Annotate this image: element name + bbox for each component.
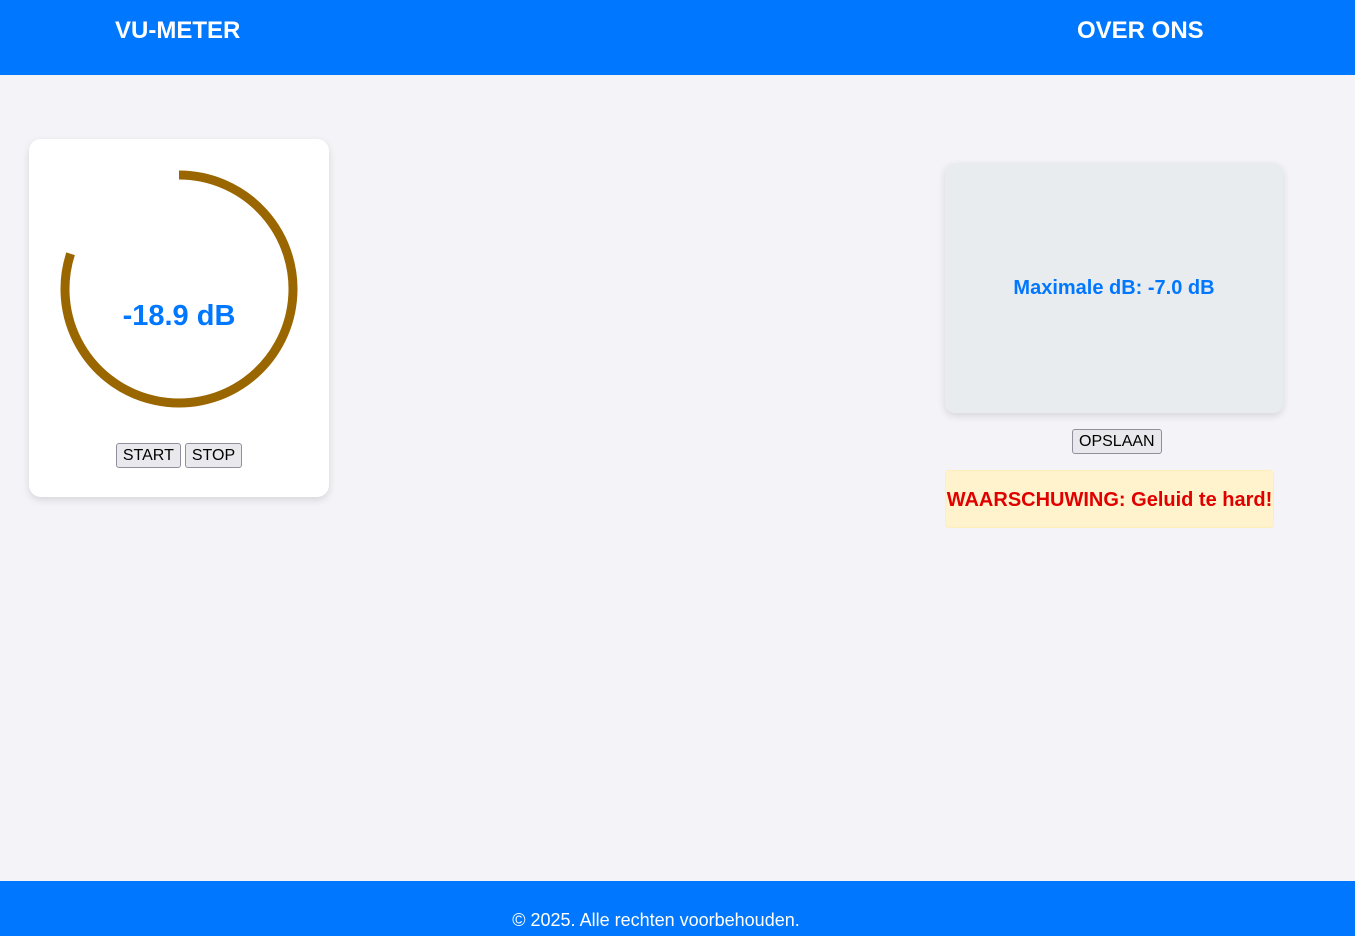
page-footer: © 2025. Alle rechten voorbehouden. bbox=[0, 881, 1355, 936]
stop-button[interactable]: STOP bbox=[184, 443, 243, 468]
nav-link-vu-meter[interactable]: VU-METER bbox=[115, 16, 240, 46]
level-arc bbox=[60, 170, 298, 408]
vu-meter-card: -18.9 dB START STOP bbox=[29, 139, 329, 497]
max-db-panel: Maximale dB: -7.0 dB bbox=[945, 163, 1283, 413]
loudness-warning-banner: WAARSCHUWING: Geluid te hard! bbox=[945, 470, 1274, 528]
warning-text: WAARSCHUWING: Geluid te hard! bbox=[946, 489, 1273, 511]
start-button[interactable]: START bbox=[115, 443, 181, 468]
meter-controls: START STOP bbox=[29, 443, 329, 468]
top-navigation-bar: VU-METER OVER ONS bbox=[0, 0, 1355, 75]
copyright-text: © 2025. Alle rechten voorbehouden. bbox=[512, 910, 800, 930]
max-db-readout: Maximale dB: -7.0 dB bbox=[1013, 277, 1215, 299]
save-button[interactable]: OPSLAAN bbox=[1072, 429, 1162, 454]
nav-link-over-ons[interactable]: OVER ONS bbox=[1077, 16, 1204, 46]
current-db-readout: -18.9 dB bbox=[122, 300, 236, 332]
level-ring-gauge bbox=[60, 170, 298, 408]
